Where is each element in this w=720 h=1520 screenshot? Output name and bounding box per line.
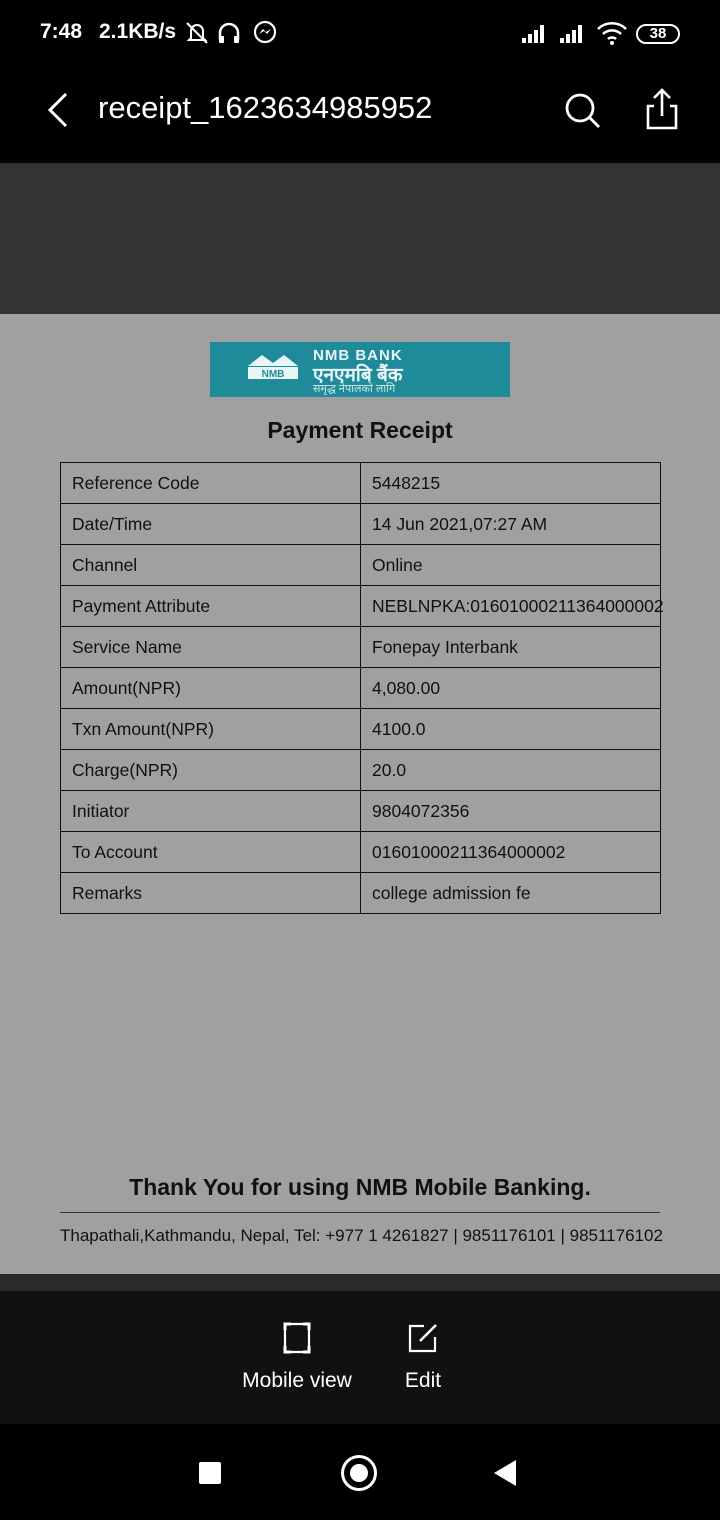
row-label: Txn Amount(NPR) (60, 708, 361, 750)
row-label: Remarks (60, 872, 361, 914)
table-row: Amount(NPR) 4,080.00 (60, 667, 661, 709)
system-nav-bar (0, 1424, 720, 1520)
table-row: Remarks college admission fe (60, 872, 661, 914)
bank-logo-mark: NMB (248, 355, 298, 380)
row-value: NEBLNPKA:01601000211364000002 (360, 585, 664, 627)
table-row: Initiator 9804072356 (60, 790, 661, 832)
bottom-toolbar: Mobile view Edit (0, 1291, 720, 1424)
row-value: 5448215 (360, 462, 661, 504)
row-value: college admission fe (360, 872, 661, 914)
row-label: Channel (60, 544, 361, 586)
signal-icon (522, 25, 544, 43)
battery-icon: 38 (636, 24, 680, 44)
row-label: Reference Code (60, 462, 361, 504)
headphones-icon (218, 22, 240, 43)
bank-address: Thapathali,Kathmandu, Nepal, Tel: +977 1… (60, 1226, 663, 1245)
edit-button[interactable]: Edit (383, 1321, 463, 1393)
row-label: Date/Time (60, 503, 361, 545)
table-row: Reference Code 5448215 (60, 462, 661, 504)
viewer-margin-bottom (0, 1274, 720, 1291)
row-value: 4,080.00 (360, 667, 661, 709)
back-triangle-icon[interactable] (494, 1460, 516, 1486)
table-row: Payment Attribute NEBLNPKA:01601000211364… (60, 585, 664, 627)
logo-tagline: समृद्ध नेपालको लागि (313, 383, 396, 395)
row-value: Fonepay Interbank (360, 626, 661, 668)
footer-divider (60, 1212, 660, 1213)
status-net-speed: 2.1KB/s (99, 20, 177, 43)
search-icon[interactable] (562, 88, 602, 132)
status-bar: 7:48 2.1KB/s 38 (0, 0, 720, 70)
viewer-margin (0, 163, 720, 314)
table-row: Date/Time 14 Jun 2021,07:27 AM (60, 503, 661, 545)
nmb-bank-logo: NMB NMB BANK एनएमबि बैंक समृद्ध नेपालको … (210, 342, 510, 397)
mobile-view-icon (283, 1322, 311, 1354)
row-label: Initiator (60, 790, 361, 832)
row-value: 9804072356 (360, 790, 661, 832)
row-label: Amount(NPR) (60, 667, 361, 709)
logo-mark-text: NMB (262, 369, 285, 380)
receipt-table: Reference Code 5448215 Date/Time 14 Jun 202… (60, 462, 664, 914)
battery-level: 38 (649, 25, 667, 42)
edit-icon (408, 1324, 437, 1353)
thank-you-text: Thank You for using NMB Mobile Banking. (129, 1174, 591, 1200)
wifi-icon (597, 22, 627, 45)
row-label: To Account (60, 831, 361, 873)
row-label: Service Name (60, 626, 361, 668)
back-arrow-icon[interactable] (40, 88, 80, 132)
row-label: Charge(NPR) (60, 749, 361, 791)
mobile-view-button[interactable]: Mobile view (232, 1321, 362, 1393)
table-row: Charge(NPR) 20.0 (60, 749, 661, 791)
row-label: Payment Attribute (60, 585, 361, 627)
recent-apps-icon[interactable] (199, 1462, 221, 1484)
table-row: To Account 01601000211364000002 (60, 831, 661, 873)
row-value: 01601000211364000002 (360, 831, 661, 873)
share-icon[interactable] (640, 86, 684, 132)
receipt-heading: Payment Receipt (267, 417, 453, 443)
signal-icon (560, 25, 582, 43)
table-row: Channel Online (60, 544, 661, 586)
document-title: receipt_1623634985952 (98, 90, 433, 125)
table-row: Service Name Fonepay Interbank (60, 626, 661, 668)
row-value: Online (360, 544, 661, 586)
table-row: Txn Amount(NPR) 4100.0 (60, 708, 661, 750)
mobile-view-label: Mobile view (242, 1369, 352, 1392)
app-bar: receipt_1623634985952 (0, 70, 720, 163)
mute-icon (186, 22, 208, 44)
home-icon[interactable] (341, 1455, 377, 1491)
receipt-page[interactable]: NMB NMB BANK एनएमबि बैंक समृद्ध नेपालको … (0, 314, 720, 1274)
row-value: 4100.0 (360, 708, 661, 750)
row-value: 14 Jun 2021,07:27 AM (360, 503, 661, 545)
edit-label: Edit (404, 1369, 442, 1392)
messenger-icon (253, 20, 277, 44)
status-time: 7:48 (40, 20, 83, 43)
row-value: 20.0 (360, 749, 661, 791)
